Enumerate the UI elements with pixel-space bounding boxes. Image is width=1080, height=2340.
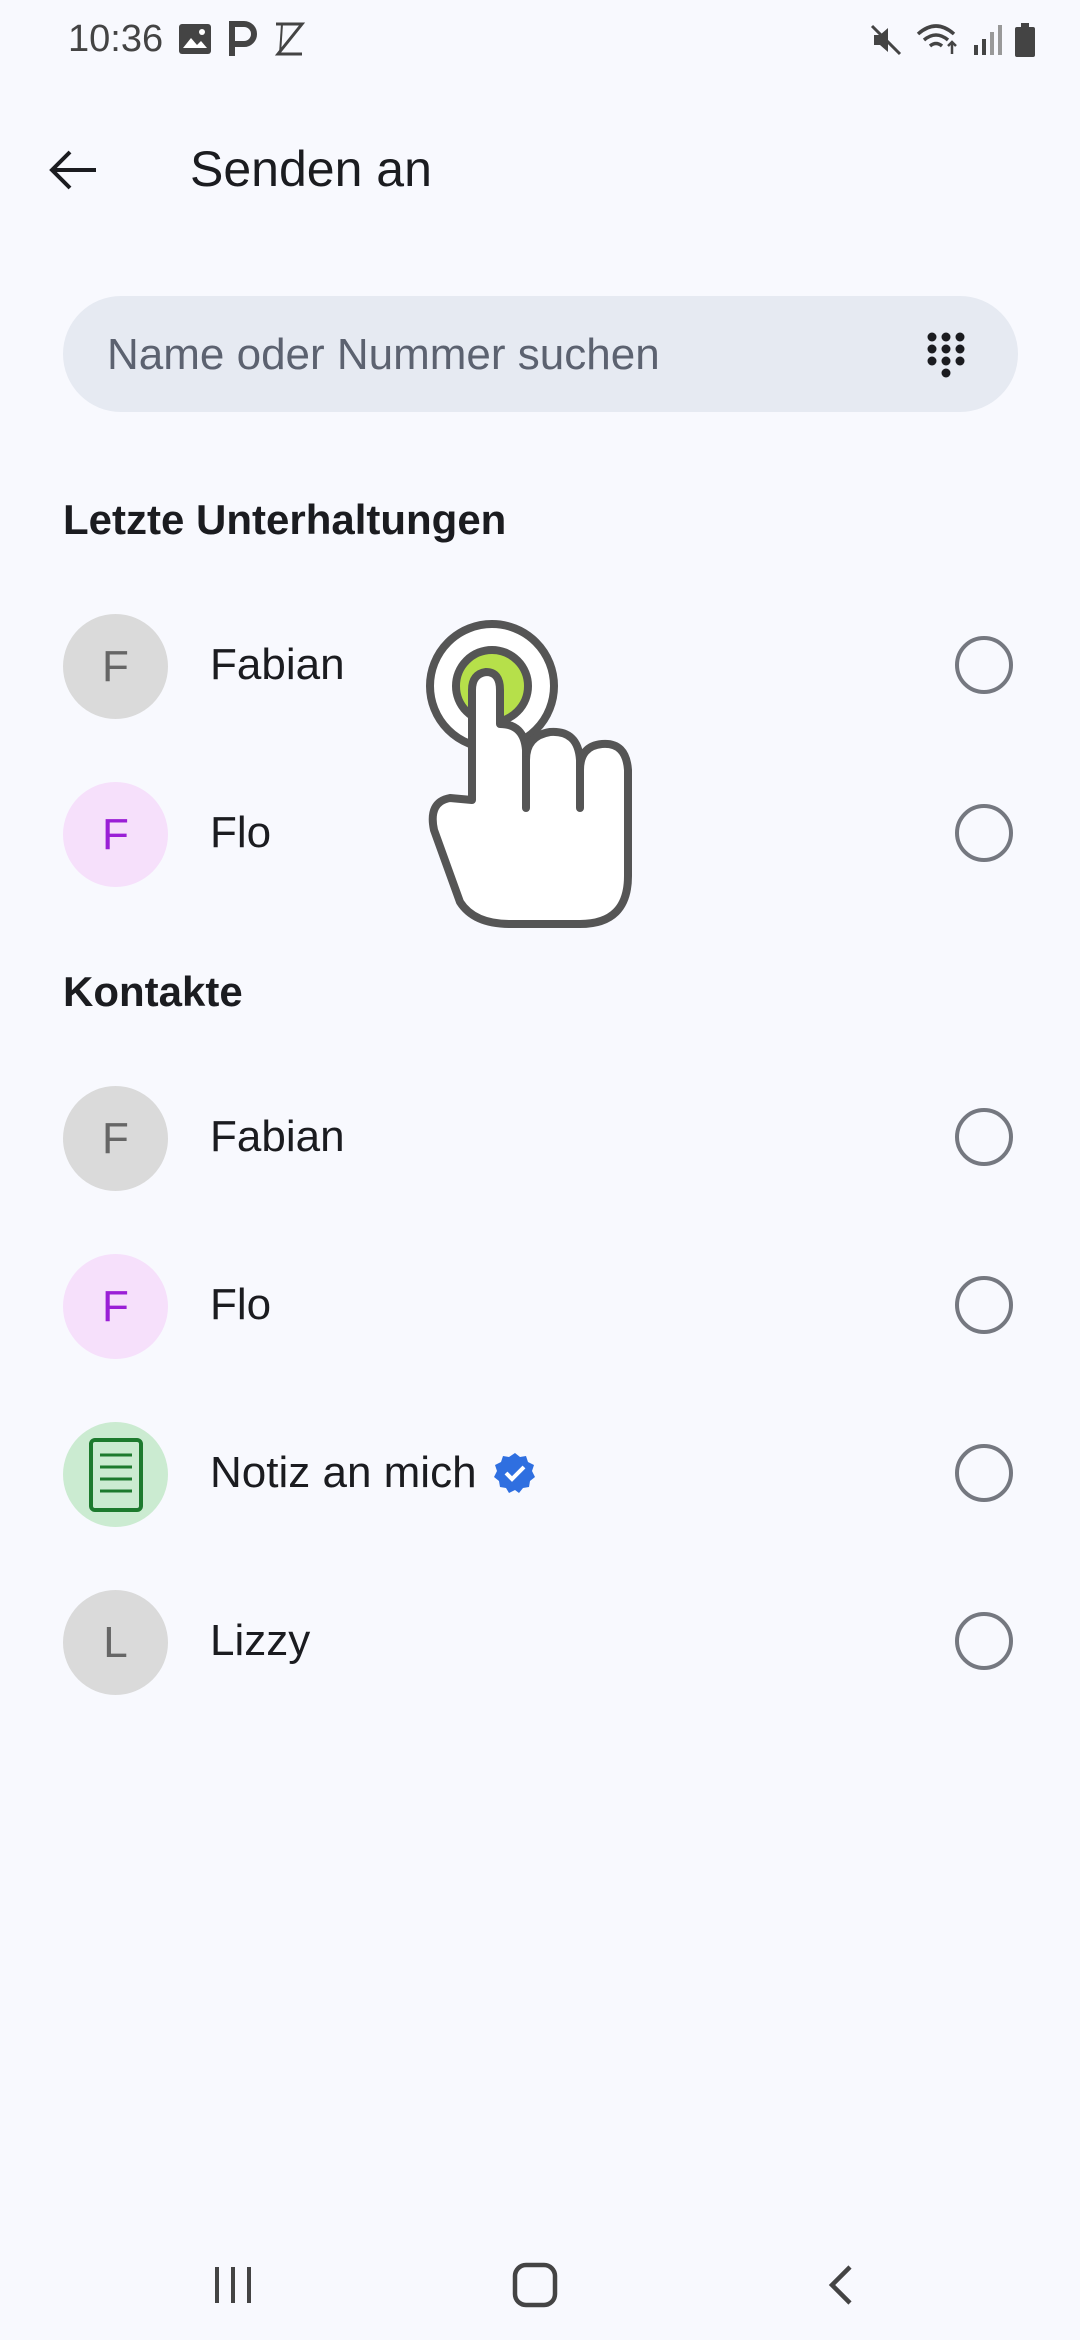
- search-input[interactable]: [105, 296, 909, 414]
- list-item-contact-lizzy[interactable]: L Lizzy: [0, 1572, 1080, 1712]
- list-item-recent-flo[interactable]: F Flo: [0, 764, 1080, 904]
- status-icons-right: [868, 22, 1036, 58]
- select-radio[interactable]: [955, 1444, 1013, 1502]
- avatar: F: [63, 614, 168, 719]
- list-item-contact-note-to-self[interactable]: Notiz an mich: [0, 1404, 1080, 1544]
- home-button[interactable]: [490, 2250, 580, 2320]
- avatar: L: [63, 1590, 168, 1695]
- verified-icon: [493, 1453, 535, 1493]
- dialpad-icon[interactable]: [924, 330, 968, 380]
- select-radio[interactable]: [955, 636, 1013, 694]
- note-icon: [88, 1437, 143, 1512]
- select-radio[interactable]: [955, 1276, 1013, 1334]
- status-time: 10:36: [68, 18, 164, 60]
- contact-name: Fabian: [210, 640, 345, 689]
- contact-name-row: Notiz an mich: [210, 1448, 537, 1498]
- status-icons-left: [178, 20, 306, 58]
- mute-icon: [870, 24, 902, 56]
- battery-icon: [1015, 23, 1035, 57]
- home-icon: [512, 2262, 558, 2308]
- image-icon: [179, 24, 211, 54]
- back-button[interactable]: [36, 134, 108, 206]
- system-nav-bar: [0, 2230, 1080, 2340]
- contact-name: Notiz an mich: [210, 1448, 477, 1497]
- back-icon: [828, 2265, 852, 2305]
- arrow-back-icon: [49, 150, 96, 190]
- contact-name: Flo: [210, 808, 272, 857]
- section-title-contacts: Kontakte: [63, 968, 243, 1015]
- contact-name: Flo: [210, 1280, 272, 1329]
- avatar: F: [63, 782, 168, 887]
- search-bar: [63, 296, 1018, 414]
- select-radio[interactable]: [955, 1108, 1013, 1166]
- recent-apps-icon: [215, 2267, 251, 2303]
- section-title-recent: Letzte Unterhaltungen: [63, 496, 507, 543]
- select-radio[interactable]: [955, 1612, 1013, 1670]
- contact-name: Fabian: [210, 1112, 345, 1161]
- avatar: [63, 1422, 168, 1527]
- contact-name: Lizzy: [210, 1616, 311, 1665]
- recent-apps-button[interactable]: [188, 2250, 278, 2320]
- avatar: F: [63, 1086, 168, 1191]
- list-item-recent-fabian[interactable]: F Fabian: [0, 596, 1080, 736]
- z-icon: [274, 22, 306, 56]
- page-title: Senden an: [190, 141, 432, 197]
- app-bar: Senden an: [0, 110, 1080, 230]
- nav-back-button[interactable]: [796, 2250, 886, 2320]
- avatar: F: [63, 1254, 168, 1359]
- p-icon: [229, 21, 257, 56]
- status-bar: 10:36: [0, 0, 1080, 84]
- list-item-contact-flo[interactable]: F Flo: [0, 1236, 1080, 1376]
- list-item-contact-fabian[interactable]: F Fabian: [0, 1068, 1080, 1208]
- select-radio[interactable]: [955, 804, 1013, 862]
- wifi-icon: [916, 24, 957, 54]
- signal-icon: [974, 25, 1002, 55]
